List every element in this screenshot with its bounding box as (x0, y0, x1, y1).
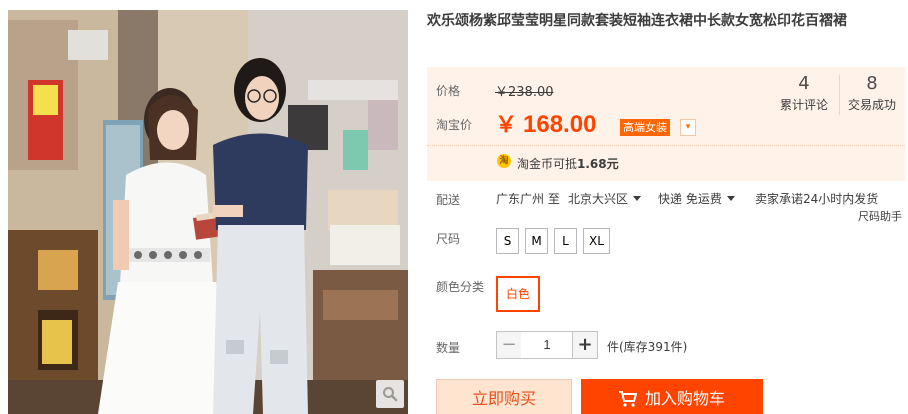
add-to-cart-label: 加入购物车 (644, 389, 725, 408)
product-photo-illustration (8, 10, 408, 414)
destination-selector[interactable]: 北京大兴区 (568, 190, 642, 207)
stock-info: 件(库存391件) (607, 340, 688, 354)
destination-text: 北京大兴区 (568, 192, 629, 206)
zoom-button[interactable] (376, 380, 404, 408)
price-box: 价格 ￥238.00 淘宝价 ￥ 168.00 高端女装 ▾ 4 累计评论 8 交… (427, 67, 905, 181)
sales-count: 8 (866, 73, 878, 94)
sales-count-caption: 交易成功 (847, 98, 896, 112)
price-label: 价格 (436, 84, 461, 98)
caret-down-icon (726, 196, 735, 201)
shipping-label: 配送 (436, 193, 461, 207)
coin-icon: 淘 (497, 154, 511, 168)
quantity-input[interactable]: 1 (521, 331, 573, 359)
buy-now-button[interactable]: 立即购买 (436, 379, 572, 414)
ship-from: 广东广州 至 (496, 192, 560, 206)
size-option-s[interactable]: S (496, 228, 519, 254)
review-count: 4 (798, 73, 810, 94)
coin-deduction-row: 淘 淘金币可抵1.68元 (427, 145, 905, 181)
taobao-price-label: 淘宝价 (436, 118, 473, 132)
size-option-l[interactable]: L (554, 228, 577, 254)
current-price-value: 168.00 (523, 111, 597, 138)
review-count-stat[interactable]: 4 累计评论 (772, 73, 836, 113)
coin-prefix: 淘金币可抵 (517, 157, 578, 171)
review-count-caption: 累计评论 (779, 98, 828, 112)
coin-deduction-text: 淘金币可抵1.68元 (517, 155, 619, 172)
cart-icon (618, 391, 638, 407)
quantity-label: 数量 (436, 341, 461, 355)
shipping-method-selector[interactable]: 快递 免运费 (658, 190, 735, 207)
size-option-m[interactable]: M (525, 228, 548, 254)
magnifier-icon (383, 387, 398, 402)
product-image[interactable] (8, 10, 408, 414)
product-title: 欢乐颂杨紫邱莹莹明星同款套装短袖连衣裙中长款女宽松印花百褶裙 (427, 13, 847, 29)
quantity-minus-button[interactable]: − (496, 331, 522, 359)
chevron-down-icon: ▾ (685, 122, 691, 132)
size-helper-link[interactable]: 尺码助手 (858, 208, 902, 224)
color-label: 颜色分类 (436, 280, 485, 294)
promo-dropdown[interactable]: ▾ (680, 119, 696, 136)
quantity-plus-button[interactable]: + (572, 331, 598, 359)
shipping-row: 配送 广东广州 至 北京大兴区 快递 免运费 卖家承诺24小时内发货 (427, 190, 905, 214)
size-label: 尺码 (436, 232, 461, 246)
size-option-xl[interactable]: XL (583, 228, 610, 254)
shipping-method-text: 快递 免运费 (658, 192, 722, 206)
currency-symbol: ￥ (495, 112, 518, 137)
sales-count-stat[interactable]: 8 交易成功 (840, 73, 904, 113)
caret-down-icon (633, 196, 642, 201)
add-to-cart-button[interactable]: 加入购物车 (581, 379, 763, 414)
color-option-white[interactable]: 白色 (496, 276, 540, 312)
original-price: ￥238.00 (495, 85, 554, 100)
coin-amount: 1.68元 (577, 157, 619, 171)
current-price: ￥ 168.00 (495, 107, 596, 139)
promo-tag: 高端女装 (620, 119, 670, 136)
delivery-promise: 卖家承诺24小时内发货 (755, 192, 879, 206)
product-detail-panel: 欢乐颂杨紫邱莹莹明星同款套装短袖连衣裙中长款女宽松印花百褶裙 价格 ￥238.0… (427, 0, 908, 414)
